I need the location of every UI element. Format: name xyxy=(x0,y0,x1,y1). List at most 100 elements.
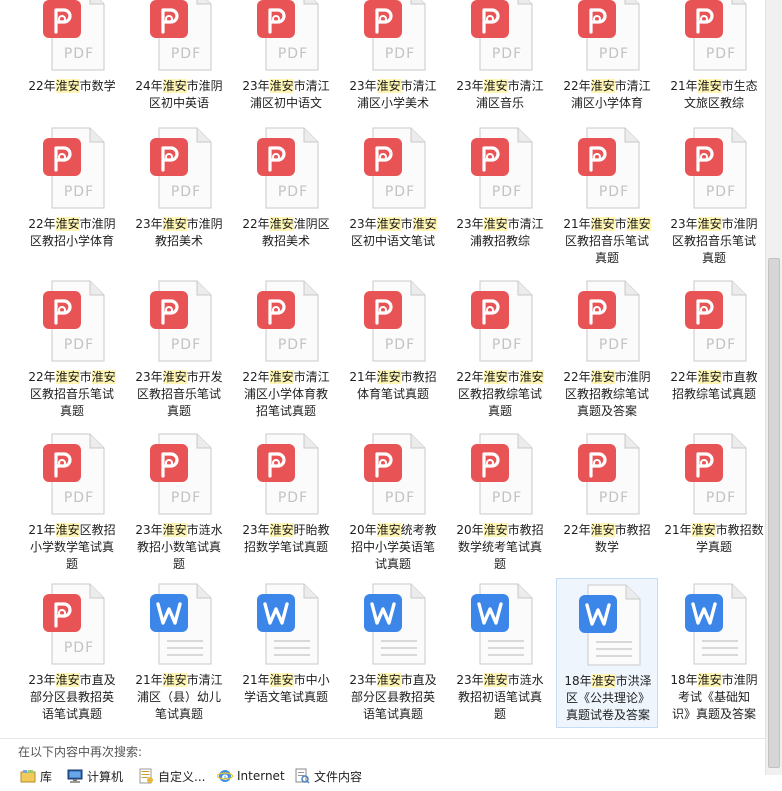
file-name-text: 市直及 xyxy=(79,673,116,687)
file-item[interactable]: PDF 21年淮安市教招数 学真题 xyxy=(663,428,765,578)
file-name-line: 23年淮安市清江 xyxy=(447,216,553,233)
file-name-text: 题 xyxy=(172,557,185,571)
search-location-custom[interactable]: 自定义... xyxy=(138,767,205,785)
file-name-text: 21年 xyxy=(242,673,270,687)
file-item[interactable]: PDF 21年淮安市生态 文旅区教综 xyxy=(663,0,765,134)
file-item[interactable]: PDF 21年淮安市淮安 区教招音乐笔试 真题 xyxy=(556,122,658,272)
pdf-label: PDF xyxy=(492,490,522,506)
file-item[interactable]: PDF 22年淮安市教招 数学 xyxy=(556,428,658,578)
file-item[interactable]: PDF 23年淮安市涟水 教招小数笔试真题 xyxy=(128,428,230,578)
file-item[interactable]: 23年淮安市直及 部分区县教招英 语笔试真题 xyxy=(342,578,444,728)
file-name-text: 23年 xyxy=(135,523,163,537)
file-item[interactable]: PDF 22年淮安市淮阴 区教招教综笔试 真题及答案 xyxy=(556,275,658,425)
file-item[interactable]: PDF 23年淮安市淮安 区初中语文笔试 xyxy=(342,122,444,272)
file-item[interactable]: PDF 22年淮安市淮安 区教招教综笔试 真题 xyxy=(449,275,551,425)
file-name-line: 22年淮安市清江 xyxy=(233,369,339,386)
file-name-line: 浦区小学体育教 xyxy=(233,386,339,403)
file-item[interactable]: PDF 23年淮安市淮阴 教招美术 xyxy=(128,122,230,272)
pdf-file-icon: PDF xyxy=(684,126,747,209)
file-name-text: 23年 xyxy=(349,79,377,93)
file-name: 23年淮安市涟水 教招小数笔试真题 xyxy=(126,522,232,573)
file-name-text: 市 xyxy=(400,217,413,231)
vertical-scrollbar[interactable] xyxy=(765,0,782,775)
file-name-text: 文旅区教综 xyxy=(683,96,744,110)
file-item[interactable]: 18年淮安市洪泽 区《公共理论》 真题试卷及答案 xyxy=(556,578,658,728)
word-file-icon xyxy=(684,582,747,665)
file-name-line: 区教招音乐笔试 xyxy=(19,386,125,403)
file-name: 22年淮安市淮阴 区教招教综笔试 真题及答案 xyxy=(554,369,660,420)
file-item[interactable]: PDF 23年淮安市淮阴 区教招音乐笔试 真题 xyxy=(663,122,765,272)
file-name-line: 23年淮安市直及 xyxy=(340,672,446,689)
file-item[interactable]: PDF 22年淮安市淮安 区教招音乐笔试 真题 xyxy=(21,275,123,425)
file-item[interactable]: PDF 22年淮安市淮阴 区教招小学体育 xyxy=(21,122,123,272)
pdf-label: PDF xyxy=(278,490,308,506)
file-name-text: 21年 xyxy=(664,523,692,537)
file-item[interactable]: PDF 22年淮安淮阴区 教招美术 xyxy=(235,122,337,272)
file-name-text: 22年 xyxy=(563,523,591,537)
file-name-text: 21年 xyxy=(349,370,377,384)
file-item[interactable]: 23年淮安市涟水 教招初语笔试真题 xyxy=(449,578,551,728)
file-name-text: 22年 xyxy=(242,217,270,231)
pdf-file-icon: PDF xyxy=(256,432,319,515)
file-item[interactable]: PDF 22年淮安市清江 浦区小学体育教 招笔试真题 xyxy=(235,275,337,425)
file-name-text: 真题 xyxy=(166,404,191,418)
search-location-computer[interactable]: 计算机 xyxy=(67,767,123,785)
file-name-text: 市清江 xyxy=(186,673,223,687)
word-file-icon xyxy=(149,582,212,665)
pdf-file-icon: PDF xyxy=(684,0,747,71)
file-name-line: 区教招音乐笔试 xyxy=(126,386,232,403)
file-name-line: 浦区小学美术 xyxy=(340,95,446,112)
file-item[interactable]: PDF 24年淮安市淮阴 区初中英语 xyxy=(128,0,230,134)
file-item[interactable]: PDF 22年淮安市数学 xyxy=(21,0,123,134)
search-location-library[interactable]: 库 xyxy=(20,767,52,785)
file-name-line: 23年淮安市涟水 xyxy=(126,522,232,539)
file-name-text: 市 xyxy=(507,370,520,384)
file-name-text: 23年 xyxy=(456,79,484,93)
file-name: 22年淮安市淮安 区教招音乐笔试 真题 xyxy=(19,369,125,420)
file-name-text: 市清江 xyxy=(507,217,544,231)
file-name-line: 18年淮安市洪泽 xyxy=(555,673,661,690)
file-name-line: 23年淮安市直及 xyxy=(19,672,125,689)
file-item[interactable]: PDF 20年淮安统考教 招中小学英语笔 试真题 xyxy=(342,428,444,578)
pdf-file-icon: PDF xyxy=(470,279,533,362)
file-item[interactable]: PDF 23年淮安市清江 浦教招教综 xyxy=(449,122,551,272)
file-item[interactable]: PDF 21年淮安市教招 体育笔试真题 xyxy=(342,275,444,425)
file-name-line: 学语文笔试真题 xyxy=(233,689,339,706)
file-name-text: 区教招音乐笔试 xyxy=(564,234,649,248)
file-item[interactable]: PDF 23年淮安市清江 浦区小学美术 xyxy=(342,0,444,134)
file-item[interactable]: PDF 22年淮安市直教 招教综笔试真题 xyxy=(663,275,765,425)
file-item[interactable]: 21年淮安市中小 学语文笔试真题 xyxy=(235,578,337,728)
file-name: 22年淮安市清江 浦区小学体育 xyxy=(554,78,660,112)
file-item[interactable]: PDF 23年淮安盱眙教 招数学笔试真题 xyxy=(235,428,337,578)
file-name-line: 区教招教综笔试 xyxy=(554,386,660,403)
search-location-file-contents[interactable]: 文件内容 xyxy=(294,767,362,785)
file-item[interactable]: PDF 23年淮安市开发 区教招音乐笔试 真题 xyxy=(128,275,230,425)
file-name-line: 21年淮安市淮安 xyxy=(554,216,660,233)
pdf-label: PDF xyxy=(385,46,415,62)
file-name-text: 23年 xyxy=(242,79,270,93)
file-name-text: 区教招音乐笔试 xyxy=(136,387,221,401)
file-name-text: 22年 xyxy=(456,370,484,384)
file-item[interactable]: PDF 23年淮安市清江 浦区初中语文 xyxy=(235,0,337,134)
file-item[interactable]: 21年淮安市清江 浦区（县）幼儿 笔试真题 xyxy=(128,578,230,728)
search-highlight: 淮安 xyxy=(376,523,401,537)
file-name-text: 22年 xyxy=(242,370,270,384)
pdf-file-icon: PDF xyxy=(149,126,212,209)
pdf-file-icon: PDF xyxy=(149,432,212,515)
file-item[interactable]: PDF 22年淮安市清江 浦区小学体育 xyxy=(556,0,658,134)
file-name-text: 22年 xyxy=(28,79,56,93)
file-name-line: 区教招音乐笔试 xyxy=(554,233,660,250)
search-highlight: 淮安 xyxy=(376,673,401,687)
file-name-line: 22年淮安市淮安 xyxy=(19,369,125,386)
scrollbar-thumb[interactable] xyxy=(768,258,780,768)
pdf-file-icon: PDF xyxy=(363,126,426,209)
file-item[interactable]: 18年淮安市淮阴 考试《基础知 识》真题及答案 xyxy=(663,578,765,728)
file-item[interactable]: PDF 21年淮安区教招 小学数学笔试真题 xyxy=(21,428,123,578)
pdf-file-icon: PDF xyxy=(42,582,105,665)
search-location-internet[interactable]: e Internet xyxy=(216,767,285,785)
file-name-text: 23年 xyxy=(135,370,163,384)
file-item[interactable]: PDF 23年淮安市直及 部分区县教招英 语笔试真题 xyxy=(21,578,123,728)
file-name-text: 市教招 xyxy=(507,523,544,537)
file-item[interactable]: PDF 20年淮安市教招 数学统考笔试真题 xyxy=(449,428,551,578)
file-item[interactable]: PDF 23年淮安市清江 浦区音乐 xyxy=(449,0,551,134)
